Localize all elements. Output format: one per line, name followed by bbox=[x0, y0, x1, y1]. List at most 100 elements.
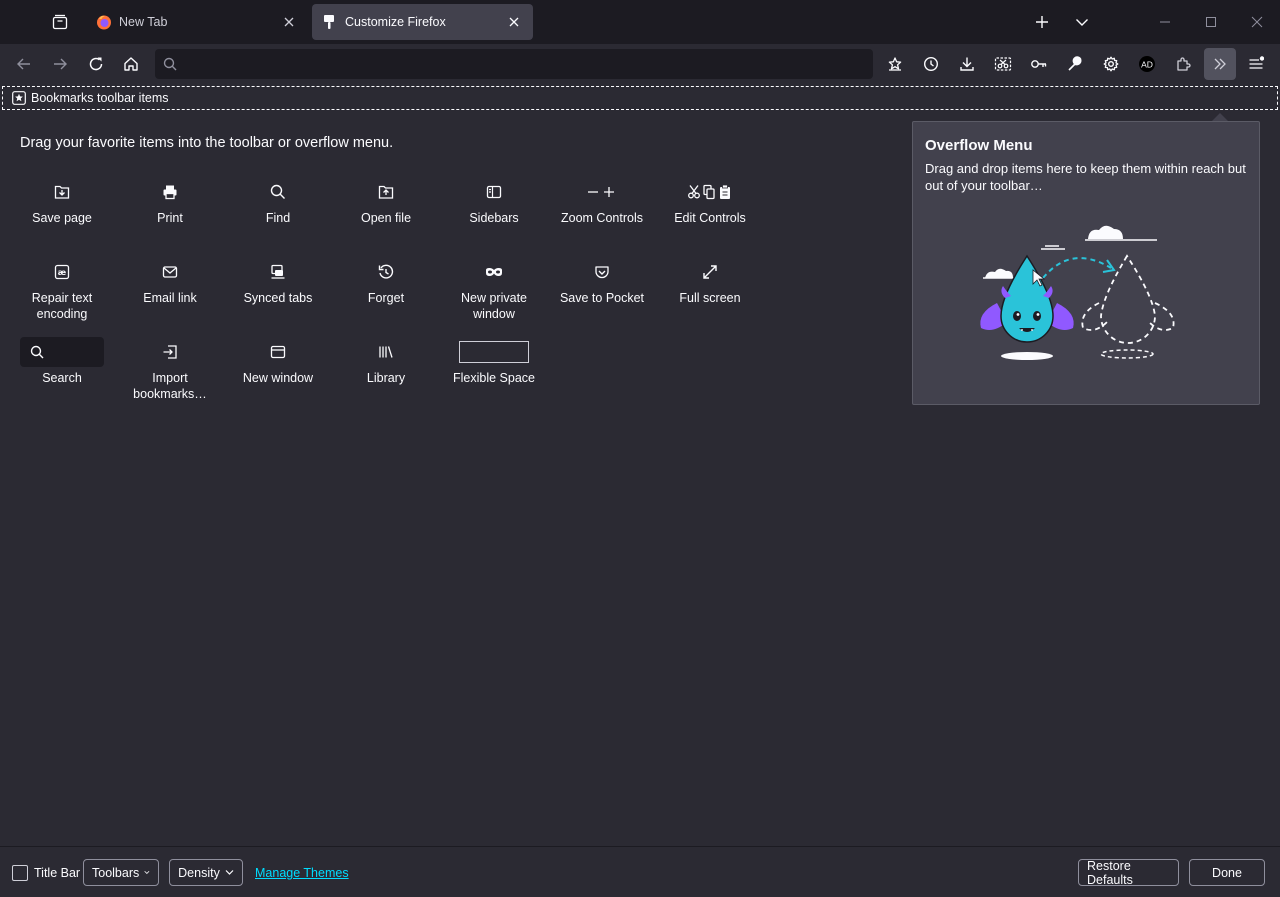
reload-button[interactable] bbox=[80, 48, 112, 80]
done-button[interactable]: Done bbox=[1189, 859, 1265, 886]
firefox-logo-icon bbox=[96, 14, 112, 30]
home-icon bbox=[124, 57, 138, 71]
search-box-preview bbox=[20, 337, 104, 367]
maximize-icon bbox=[1206, 17, 1216, 27]
palette-item-forget[interactable]: Forget bbox=[332, 254, 440, 332]
overflow-menu-panel[interactable]: Overflow Menu Drag and drop items here t… bbox=[912, 121, 1260, 405]
chevron-down-icon bbox=[225, 870, 234, 875]
close-tab-icon[interactable] bbox=[280, 13, 298, 31]
palette-item-synced-tabs[interactable]: Synced tabs bbox=[224, 254, 332, 332]
svg-text:AD: AD bbox=[1141, 59, 1153, 69]
passwords-button[interactable] bbox=[1023, 48, 1055, 80]
save-page-icon bbox=[54, 185, 70, 199]
screenshot-icon bbox=[994, 57, 1012, 71]
extensions-button[interactable] bbox=[1167, 48, 1199, 80]
title-bar-checkbox[interactable] bbox=[12, 865, 28, 881]
palette-item-label: Find bbox=[265, 211, 291, 225]
palette-item-find[interactable]: Find bbox=[224, 174, 332, 252]
new-tab-button[interactable] bbox=[1028, 8, 1056, 36]
app-menu-button[interactable] bbox=[1240, 48, 1272, 80]
zoom-minus-plus-icon bbox=[588, 187, 614, 197]
screenshot-button[interactable] bbox=[987, 48, 1019, 80]
svg-text:æ: æ bbox=[58, 268, 66, 277]
tab-label: New Tab bbox=[119, 15, 168, 29]
flexible-space-preview bbox=[459, 341, 529, 363]
home-button[interactable] bbox=[115, 48, 147, 80]
downloads-button[interactable] bbox=[951, 48, 983, 80]
palette-item-library[interactable]: Library bbox=[332, 334, 440, 412]
forget-history-icon bbox=[378, 264, 394, 279]
title-bar-label[interactable]: Title Bar bbox=[34, 866, 80, 880]
maximize-button[interactable] bbox=[1195, 6, 1227, 38]
downloads-icon bbox=[960, 57, 974, 71]
developer-tools-button[interactable] bbox=[1059, 48, 1091, 80]
passwords-key-icon bbox=[1031, 60, 1047, 68]
palette-item-flexible-space[interactable]: Flexible Space bbox=[440, 334, 548, 412]
palette-item-new-window[interactable]: New window bbox=[224, 334, 332, 412]
library-books-icon bbox=[379, 346, 393, 358]
palette-item-repair-text-encoding[interactable]: æ Repair text encoding bbox=[8, 254, 116, 332]
settings-button[interactable] bbox=[1095, 48, 1127, 80]
palette-item-label: Open file bbox=[360, 211, 412, 225]
overflow-panel-title: Overflow Menu bbox=[925, 137, 1033, 154]
forward-button[interactable] bbox=[44, 48, 76, 80]
reload-icon bbox=[89, 57, 103, 71]
palette-item-label: Search bbox=[42, 371, 82, 385]
palette-heading: Drag your favorite items into the toolba… bbox=[20, 135, 394, 151]
sidebars-icon bbox=[486, 185, 502, 199]
cut-copy-paste-icon bbox=[688, 184, 730, 200]
palette-item-print[interactable]: Print bbox=[116, 174, 224, 252]
palette-item-save-page[interactable]: Save page bbox=[8, 174, 116, 252]
history-button[interactable] bbox=[915, 48, 947, 80]
tab-strip: New Tab Customize Firefox bbox=[0, 0, 1280, 44]
search-icon bbox=[30, 345, 44, 359]
close-window-button[interactable] bbox=[1241, 6, 1273, 38]
overflow-menu-button[interactable] bbox=[1204, 48, 1236, 80]
palette-item-new-private-window[interactable]: New private window bbox=[440, 254, 548, 332]
palette-item-label: Email link bbox=[143, 291, 197, 305]
palette-item-label: Import bookmarks… bbox=[133, 371, 207, 401]
palette-item-search[interactable]: Search bbox=[8, 334, 116, 412]
bookmarks-toolbar-label: Bookmarks toolbar items bbox=[31, 91, 169, 105]
palette-item-import-bookmarks[interactable]: Import bookmarks… bbox=[116, 334, 224, 412]
palette-item-label: Sidebars bbox=[469, 211, 519, 225]
bookmarks-button[interactable] bbox=[879, 48, 911, 80]
account-avatar-icon: AD bbox=[1139, 56, 1155, 72]
url-input[interactable] bbox=[185, 56, 873, 72]
forward-icon bbox=[54, 58, 67, 70]
bookmarks-toolbar[interactable]: Bookmarks toolbar items bbox=[2, 86, 1278, 110]
palette-item-label: Full screen bbox=[679, 291, 741, 305]
bookmark-star-icon bbox=[888, 57, 902, 71]
tab-manager-button[interactable] bbox=[44, 6, 76, 38]
restore-defaults-button[interactable]: Restore Defaults bbox=[1078, 859, 1179, 887]
close-tab-icon[interactable] bbox=[505, 13, 523, 31]
minimize-icon bbox=[1160, 21, 1170, 23]
palette-item-label: Library bbox=[366, 371, 406, 385]
pocket-icon bbox=[595, 266, 609, 279]
toolbars-dropdown[interactable]: Toolbars bbox=[83, 859, 159, 886]
tab-customize-firefox[interactable]: Customize Firefox bbox=[312, 4, 533, 40]
palette-item-open-file[interactable]: Open file bbox=[332, 174, 440, 252]
palette-item-zoom-controls[interactable]: Zoom Controls bbox=[548, 174, 656, 252]
palette-item-full-screen[interactable]: Full screen bbox=[656, 254, 764, 332]
minimize-button[interactable] bbox=[1149, 6, 1181, 38]
density-dropdown[interactable]: Density bbox=[169, 859, 243, 886]
manage-themes-link[interactable]: Manage Themes bbox=[255, 866, 349, 880]
tab-new-tab[interactable]: New Tab bbox=[86, 4, 308, 40]
palette-item-email-link[interactable]: Email link bbox=[116, 254, 224, 332]
new-window-icon bbox=[270, 345, 286, 359]
palette-item-sidebars[interactable]: Sidebars bbox=[440, 174, 548, 252]
palette-item-edit-controls[interactable]: Edit Controls bbox=[656, 174, 764, 252]
print-icon bbox=[163, 185, 177, 200]
tab-manager-icon bbox=[52, 14, 68, 30]
url-bar[interactable] bbox=[155, 49, 873, 79]
account-button[interactable]: AD bbox=[1131, 48, 1163, 80]
close-icon bbox=[1251, 16, 1263, 28]
back-button[interactable] bbox=[8, 48, 40, 80]
palette-item-save-to-pocket[interactable]: Save to Pocket bbox=[548, 254, 656, 332]
palette-item-label: Zoom Controls bbox=[561, 211, 643, 225]
palette-item-label: Repair text encoding bbox=[31, 291, 93, 321]
list-all-tabs-button[interactable] bbox=[1068, 8, 1096, 36]
navigation-toolbar: AD bbox=[0, 44, 1280, 84]
search-icon bbox=[163, 57, 177, 71]
